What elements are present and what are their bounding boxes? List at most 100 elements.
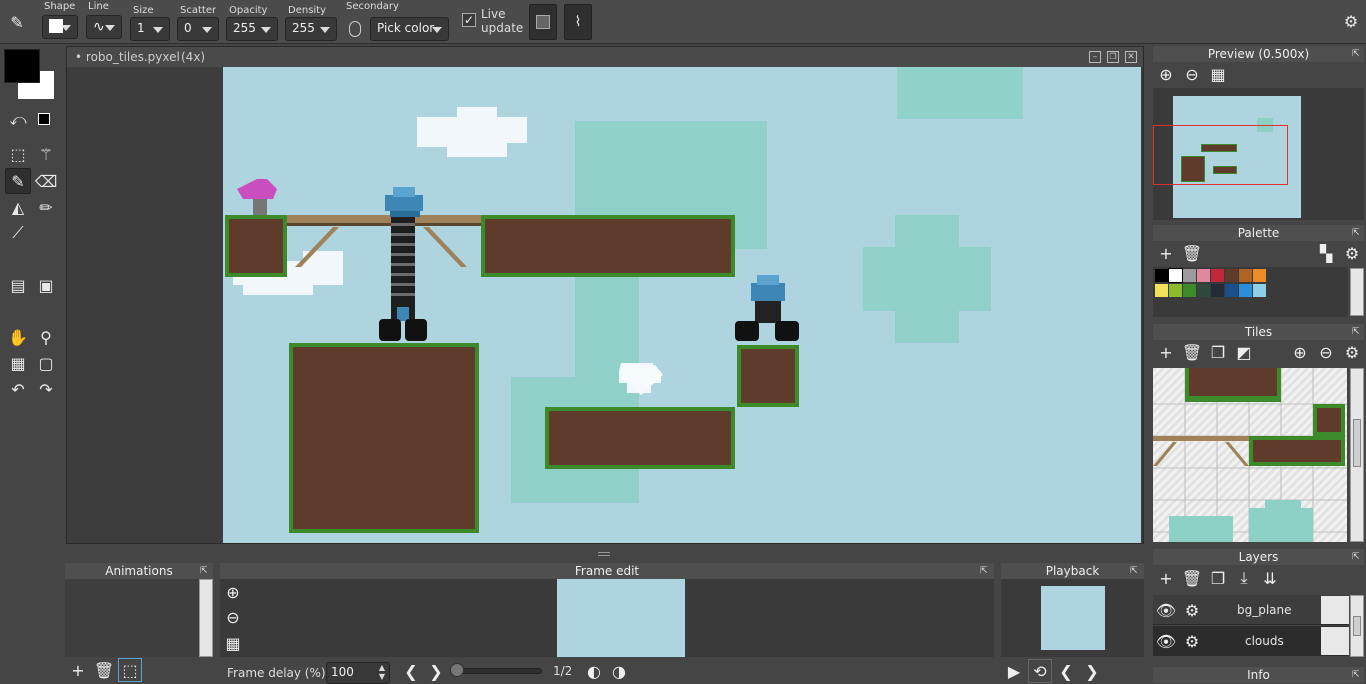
layer-settings-gear-icon[interactable]: ⚙ [1180,629,1204,653]
next-frame-icon[interactable]: ❯ [424,659,448,683]
palette-scrollbar[interactable] [1350,268,1364,316]
pressure-curve-button[interactable]: ⌇ [564,4,592,40]
tile-tool-icon[interactable]: ▤ [5,272,31,298]
tiles-grid[interactable] [1153,368,1347,542]
palette-swatch[interactable] [1225,269,1238,282]
undo-icon[interactable]: ↶ [5,376,31,402]
minimize-icon[interactable]: – [1089,51,1101,63]
tiles-pin-icon[interactable]: ⇱ [1352,327,1362,337]
tiles-settings-gear-icon[interactable]: ⚙ [1340,340,1364,364]
tile-flip-icon[interactable]: ◩ [1232,340,1256,364]
density-dropdown[interactable]: 255 [285,17,337,41]
play-icon[interactable]: ▶ [1002,659,1026,683]
rect-select-icon[interactable]: ⬚ [5,141,31,167]
preview-viewport-rect[interactable] [1153,125,1288,185]
layer-row-selected[interactable]: 👁 ⚙ clouds [1153,626,1349,656]
tiles-scroll-thumb[interactable] [1353,419,1361,467]
animation-select-icon[interactable]: ⬚ [118,658,142,682]
splitter-grip[interactable] [598,552,610,556]
add-color-icon[interactable]: + [1154,241,1178,265]
close-icon[interactable]: ✕ [1125,51,1137,63]
layer-options-icon[interactable]: ⇊ [1258,566,1282,590]
animations-list[interactable] [65,579,213,657]
palette-swatch[interactable] [1183,284,1196,297]
palette-swatch[interactable] [1253,269,1266,282]
palette-swatch[interactable] [1169,284,1182,297]
settings-gear-icon[interactable]: ⚙ [1338,8,1364,34]
preview-zoom-in-icon[interactable]: ⊕ [1154,62,1178,86]
palette-swatch[interactable] [1239,284,1252,297]
eyedropper-icon[interactable]: ⟋ [5,220,31,246]
eraser-icon[interactable]: ⌫ [33,168,59,194]
palette-swatch[interactable] [1183,269,1196,282]
frame-toggle-icon[interactable]: ▢ [33,350,59,376]
layer-row[interactable]: 👁 ⚙ bg_plane [1153,595,1349,625]
palette-swatch[interactable] [1211,284,1224,297]
tile-select-icon[interactable]: ▣ [33,272,59,298]
magic-wand-icon[interactable]: ⚚ [33,141,59,167]
palette-swatch[interactable] [1155,269,1168,282]
line-pen-icon[interactable]: ✏ [33,194,59,220]
merge-layer-icon[interactable]: ⤓ [1232,566,1256,590]
layer-settings-gear-icon[interactable]: ⚙ [1180,598,1204,622]
loop-icon[interactable]: ⟲ [1028,659,1052,683]
onion-skin-prev-icon[interactable]: ◐ [582,659,606,683]
pressure-opacity-button[interactable] [529,4,557,40]
playback-next-icon[interactable]: ❯ [1080,659,1104,683]
reset-colors-icon[interactable] [38,113,50,125]
delete-layer-icon[interactable]: 🗑 [1180,566,1204,590]
palette-swatch[interactable] [1155,284,1168,297]
preview-pin-icon[interactable]: ⇱ [1352,49,1362,59]
preview-zoom-out-icon[interactable]: ⊖ [1180,62,1204,86]
animations-scrollbar[interactable] [199,579,213,657]
delete-tile-icon[interactable]: 🗑 [1180,340,1204,364]
redo-icon[interactable]: ↷ [33,376,59,402]
pixel-canvas[interactable] [223,67,1141,543]
spinner-icon[interactable]: ▲ ▼ [379,663,385,681]
frame-thumbnail[interactable] [557,579,685,657]
tiles-zoom-in-icon[interactable]: ⊕ [1288,340,1312,364]
size-dropdown[interactable]: 1 [130,17,170,41]
delete-color-icon[interactable]: 🗑 [1180,241,1204,265]
fill-bucket-icon[interactable]: ◭ [5,194,31,220]
preview-grid-icon[interactable]: ▦ [1206,62,1230,86]
tiles-zoom-out-icon[interactable]: ⊖ [1314,340,1338,364]
palette-pin-icon[interactable]: ⇱ [1352,228,1362,238]
primary-color-swatch[interactable] [4,49,40,83]
palette-swatch[interactable] [1197,269,1210,282]
info-pin-icon[interactable]: ⇱ [1352,670,1362,680]
shape-dropdown[interactable] [42,15,78,39]
playback-prev-icon[interactable]: ❮ [1054,659,1078,683]
palette-swatch[interactable] [1168,268,1183,283]
palette-swatch[interactable] [1253,284,1266,297]
scatter-dropdown[interactable]: 0 [177,17,219,41]
palette-swatch[interactable] [1225,284,1238,297]
zoom-icon[interactable]: ⚲ [33,324,59,350]
live-update-checkbox[interactable]: ✓ [462,13,476,27]
frame-delay-input[interactable]: 100 ▲ ▼ [326,662,390,684]
palette-swatch-icon[interactable]: ▚ [1314,241,1338,265]
opacity-dropdown[interactable]: 255 [226,17,278,41]
add-tile-icon[interactable]: + [1154,340,1178,364]
palette-swatch[interactable] [1197,284,1210,297]
palette-swatch[interactable] [1239,269,1252,282]
duplicate-tile-icon[interactable]: ❐ [1206,340,1230,364]
hand-icon[interactable]: ✋ [5,324,31,350]
layers-scroll-thumb[interactable] [1353,616,1361,636]
frame-zoom-out-icon[interactable]: ⊖ [221,605,245,629]
pencil-tool-icon[interactable]: ✎ [5,168,31,194]
grid-toggle-icon[interactable]: ▦ [5,350,31,376]
layers-scrollbar[interactable] [1350,595,1364,657]
prev-frame-icon[interactable]: ❮ [399,659,423,683]
visibility-eye-icon[interactable]: 👁 [1154,598,1178,622]
frame-grid-icon[interactable]: ▦ [221,631,245,655]
frame-slider-handle[interactable] [450,663,464,677]
add-layer-icon[interactable]: + [1154,566,1178,590]
delete-animation-icon[interactable]: 🗑 [92,658,116,682]
frame-zoom-in-icon[interactable]: ⊕ [221,580,245,604]
frame-edit-pin-icon[interactable]: ⇱ [980,566,990,576]
restore-icon[interactable]: ❐ [1107,51,1119,63]
visibility-eye-icon[interactable]: 👁 [1154,629,1178,653]
palette-swatch[interactable] [1211,269,1224,282]
secondary-dropdown[interactable]: Pick color [370,17,449,41]
